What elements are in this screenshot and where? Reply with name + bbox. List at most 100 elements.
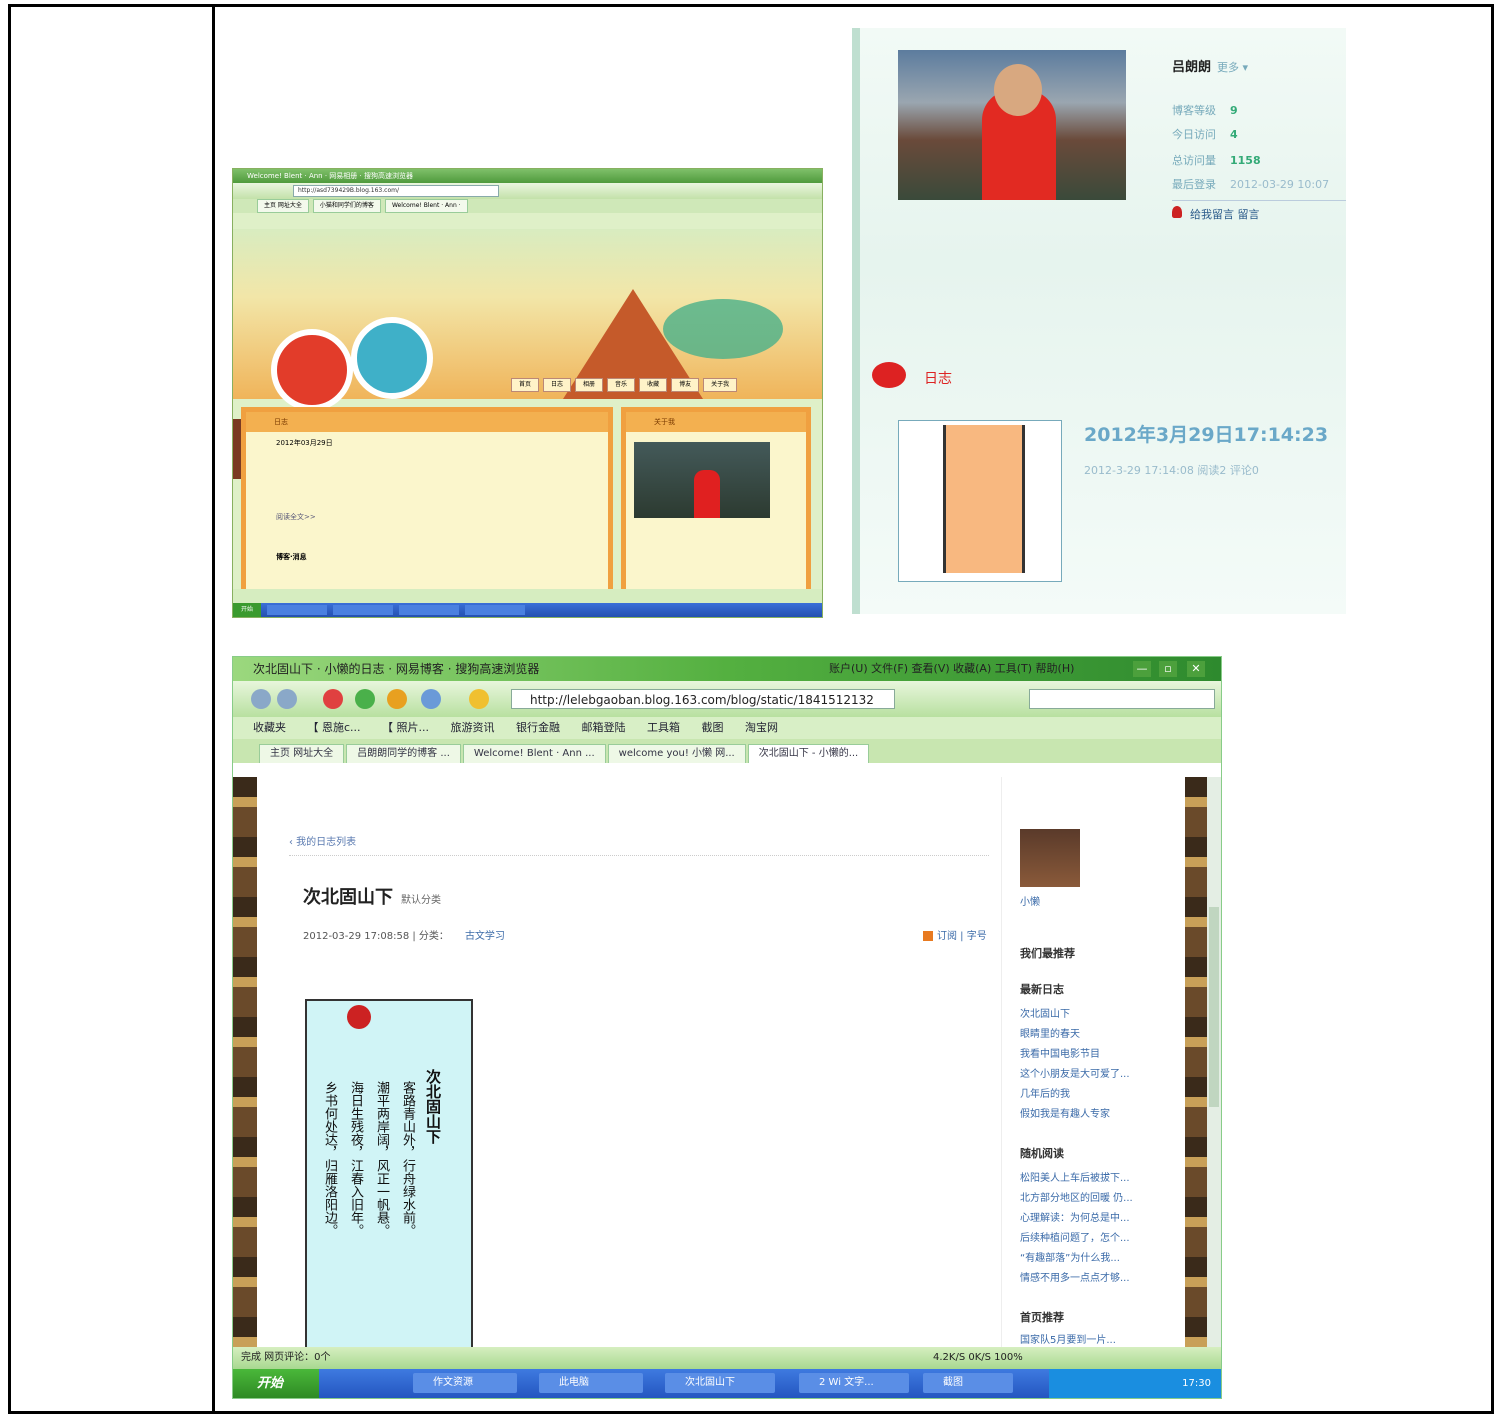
read-more-link[interactable]: 阅读全文>> [246,448,608,522]
taskbar-button[interactable] [333,605,394,615]
address-bar[interactable]: http://lelebgaoban.blog.163.com/blog/sta… [511,689,895,709]
post-thumbnail[interactable] [898,420,1062,582]
minimize-button[interactable]: — [1133,661,1151,677]
taskbar-button[interactable]: 截图 [923,1373,1013,1393]
sidebar-link[interactable]: 松阳美人上车后被拔下... [1020,1169,1130,1184]
nav-item[interactable]: 首页 [511,378,540,392]
sidebar-link[interactable]: 情感不用多一点点才够... [1020,1269,1130,1284]
favorite-item[interactable]: 收藏夹 [253,721,286,734]
nav-item[interactable]: 收藏 [639,378,668,392]
back-icon[interactable] [251,689,271,709]
taskbar-button[interactable]: 次北固山下 [665,1373,775,1393]
subscribe-link[interactable]: 订阅 | 字号 [923,927,987,942]
stop-icon[interactable] [323,689,343,709]
maximize-button[interactable]: ▫ [1159,661,1177,677]
taskbar-button[interactable]: 2 Wi 文字... [799,1373,909,1393]
favorite-item[interactable]: 银行金融 [516,721,560,734]
address-bar[interactable]: http://asd739429B.blog.163.com/ [293,185,499,197]
favorite-item[interactable]: 【 恩施c... [308,721,361,734]
section-label: 博客·消息 [276,553,307,561]
message-link[interactable]: 给我留言 留言 [1190,206,1260,222]
tab[interactable]: 主页 网址大全 [257,199,309,213]
poem-image: 次北固山下 客路青山外，行舟绿水前。 潮平两岸阔，风正一帆悬。 海日生残夜，江春… [305,999,473,1349]
taskbar-button[interactable]: 作文资源 [413,1373,517,1393]
tab[interactable]: Welcome! Blent · Ann ... [462,744,606,763]
author-avatar[interactable] [1020,829,1080,887]
nav-item[interactable]: 音乐 [607,378,636,392]
nav-item[interactable]: 日志 [543,378,572,392]
tab-active[interactable]: 次北固山下 - 小懒的... [747,744,870,763]
section-heading: 最新日志 [1020,983,1064,996]
section-heading: 首页推荐 [1020,1311,1064,1324]
tab[interactable]: 主页 网址大全 [259,744,345,763]
menu-bar[interactable]: 账户(U) 文件(F) 查看(V) 收藏(A) 工具(T) 帮助(H) [829,657,1074,681]
stat-row: 最后登录 2012-03-29 10:07 [1172,178,1330,191]
screenshot-main-browser: 次北固山下 · 小懒的日志 · 网易博客 · 搜狗高速浏览器 账户(U) 文件(… [232,656,1222,1399]
history-icon[interactable] [421,689,441,709]
refresh-icon[interactable] [355,689,375,709]
diary-label[interactable]: 日志 [924,368,952,388]
message-icon [1172,206,1182,218]
favorite-item[interactable]: 截图 [702,721,724,734]
about-panel: 关于我 [621,407,811,597]
vertical-scrollbar[interactable] [1207,777,1221,1347]
tab[interactable]: 吕朗朗同学的博客 ... [346,744,461,763]
nav-item[interactable]: 相册 [575,378,604,392]
blog-page: ‹ 我的日志列表 次北固山下 默认分类 2012-03-29 17:08:58 |… [233,777,1221,1349]
start-button[interactable]: 开始 [233,603,262,617]
tab[interactable]: welcome you! 小懒 网... [607,744,746,763]
sidebar-link[interactable]: 我看中国电影节目 [1020,1045,1100,1060]
post-title[interactable]: 2012年3月29日17:14:23 [1084,420,1328,447]
red-drum-character [271,329,353,411]
tab[interactable]: 小猫和同学们的博客 [312,199,381,213]
taskbar-button[interactable] [399,605,460,615]
taskbar-button[interactable] [267,605,328,615]
system-tray: 17:30 [1049,1369,1221,1398]
profile-name: 吕朗朗 更多 ▾ [1172,60,1249,75]
brush-icon [347,1005,371,1029]
tab[interactable]: Welcome! Blent · Ann · [384,199,468,213]
forward-icon[interactable] [277,689,297,709]
favorite-item[interactable]: 旅游资讯 [451,721,495,734]
close-button[interactable]: ✕ [1187,661,1205,677]
poem-title: 次北固山下 [424,1069,442,1144]
sidebar-link[interactable]: 心理解读：为何总是中... [1020,1209,1130,1224]
sidebar-link[interactable]: 次北固山下 [1020,1005,1070,1020]
sidebar-link[interactable]: 国家队5月要到一片... [1020,1331,1116,1346]
favorite-item[interactable]: 工具箱 [647,721,680,734]
blog-nav: 首页 日志 相册 音乐 收藏 博友 关于我 [511,378,738,392]
diary-panel: 日志 2012年03月29日 阅读全文>> 博客·消息 [241,407,613,597]
section-heading: 我们最推荐 [1020,947,1075,960]
sidebar-link[interactable]: 后续种植问题了，怎个... [1020,1229,1130,1244]
tab-strip: 主页 网址大全 小猫和同学们的博客 Welcome! Blent · Ann · [233,199,822,213]
author-name[interactable]: 小懒 [1020,893,1040,908]
taskbar-button[interactable] [465,605,526,615]
more-dropdown[interactable]: 更多 ▾ [1217,61,1248,74]
post-meta: 2012-3-29 17:14:08 阅读2 评论0 [1084,464,1259,477]
panel-title: 日志 [246,412,608,432]
screenshot-profile: 吕朗朗 更多 ▾ 博客等级 9 今日访问 4 总访问量 1158 最后登录 2012-03… [852,28,1346,614]
back-to-list-link[interactable]: ‹ 我的日志列表 [289,833,356,848]
category-link[interactable]: 古文学习 [465,931,505,942]
sidebar-link[interactable]: 几年后的我 [1020,1085,1070,1100]
blue-drum-character [351,317,433,399]
profile-photo [634,442,770,518]
home-icon[interactable] [387,689,407,709]
search-input[interactable] [1029,689,1215,709]
nav-item[interactable]: 博友 [671,378,700,392]
sidebar-link[interactable]: 北方部分地区的回暖 仍... [1020,1189,1133,1204]
taskbar-button[interactable]: 此电脑 [539,1373,643,1393]
right-sidebar: 小懒 我们最推荐 最新日志 次北固山下 眼睛里的春天 我看中国电影节目 这个小朋… [1001,777,1182,1347]
post-title-tag: 默认分类 [401,895,441,906]
window-title: Welcome! Blent · Ann · 网易相册 · 搜狗高速浏览器 [233,169,822,183]
favorite-item[interactable]: 淘宝网 [745,721,778,734]
favorite-item[interactable]: 【 照片... [382,721,429,734]
sidebar-link[interactable]: 眼睛里的春天 [1020,1025,1080,1040]
favorite-icon[interactable] [469,689,489,709]
nav-item[interactable]: 关于我 [703,378,738,392]
start-button[interactable]: 开始 [233,1369,319,1398]
favorite-item[interactable]: 邮箱登陆 [582,721,626,734]
sidebar-link[interactable]: “有趣部落”为什么我... [1020,1249,1120,1264]
sidebar-link[interactable]: 这个小朋友是大可爱了... [1020,1065,1130,1080]
sidebar-link[interactable]: 假如我是有趣人专家 [1020,1105,1110,1120]
